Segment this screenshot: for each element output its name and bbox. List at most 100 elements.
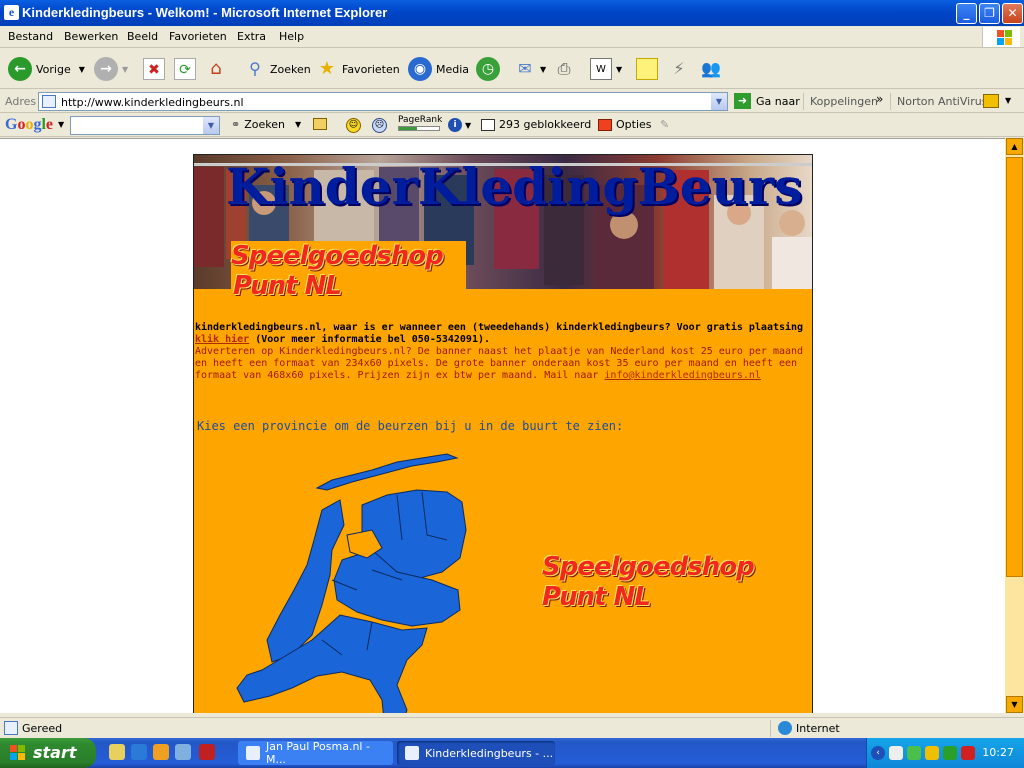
tray-camera-icon[interactable] <box>889 746 903 760</box>
home-button[interactable]: ⌂ <box>205 55 231 83</box>
highlighter-button[interactable]: ✎ <box>660 118 669 131</box>
site-title: KinderKledingBeurs <box>226 157 803 216</box>
close-button[interactable]: ✕ <box>1002 3 1023 24</box>
chevron-down-icon[interactable]: ▼ <box>203 117 219 134</box>
email-link[interactable]: info@kinderkledingbeurs.nl <box>604 370 761 381</box>
stop-button[interactable]: ✖ <box>143 55 169 83</box>
binoculars-icon: ⚭ <box>231 118 241 131</box>
address-label: Adres <box>5 95 37 108</box>
page-info-button[interactable]: i ▼ <box>448 118 471 132</box>
task-janpaulposma[interactable]: Jan Paul Posma.nl - M... <box>238 740 393 766</box>
system-tray: ‹ 10:27 <box>866 738 1024 768</box>
back-button[interactable]: ← Vorige ▼ <box>8 55 85 83</box>
history-button[interactable]: ◷ <box>476 55 504 83</box>
ie-task-icon <box>246 746 260 760</box>
media-icon: ◉ <box>408 57 432 81</box>
go-arrow-icon: ➜ <box>734 93 751 109</box>
map-province-south[interactable] <box>236 614 428 713</box>
menu-extra[interactable]: Extra <box>237 30 266 43</box>
browser-viewport[interactable]: KinderKledingBeurs Speelgoedshop Punt NL… <box>0 138 1005 713</box>
options-button[interactable]: Opties <box>598 118 652 131</box>
page-status-icon <box>4 721 18 735</box>
clock[interactable]: 10:27 <box>982 746 1014 759</box>
address-url[interactable]: http://www.kinderkledingbeurs.nl <box>61 96 244 109</box>
go-button[interactable]: ➜ Ga naar <box>734 93 800 109</box>
window-titlebar[interactable]: e Kinderkledingbeurs - Welkom! - Microso… <box>0 0 1024 26</box>
popup-blocker-button[interactable]: 293 geblokkeerd <box>481 118 591 131</box>
scroll-up-button[interactable]: ▲ <box>1006 138 1023 155</box>
intro-phone-text: (Voor meer informatie bel 050-5342091). <box>255 334 491 345</box>
quicklaunch-desktop-icon[interactable] <box>109 744 125 760</box>
google-search-button[interactable]: ⚭ Zoeken ▼ <box>231 118 301 131</box>
menu-favorieten[interactable]: Favorieten <box>169 30 227 43</box>
start-button[interactable]: start <box>0 738 96 768</box>
edit-icon: W <box>590 58 612 80</box>
norton-label[interactable]: Norton AntiVirus <box>897 95 987 108</box>
stop-icon: ✖ <box>143 58 165 80</box>
chevron-down-icon[interactable]: ▼ <box>295 120 301 129</box>
favorites-button[interactable]: ★ Favorieten <box>316 55 400 83</box>
options-label: Opties <box>616 118 652 131</box>
refresh-button[interactable]: ⟳ <box>174 55 200 83</box>
menu-beeld[interactable]: Beeld <box>127 30 158 43</box>
menu-help[interactable]: Help <box>279 30 304 43</box>
intro-text: kinderkledingbeurs.nl, waar is er wannee… <box>195 322 811 382</box>
chevron-down-icon[interactable]: ▼ <box>122 65 128 74</box>
chevron-down-icon[interactable]: ▼ <box>58 120 64 129</box>
print-button[interactable]: ⎙ <box>553 55 579 83</box>
edit-button[interactable]: W ▼ <box>590 55 622 83</box>
menu-bar: Bestand Bewerken Beeld Favorieten Extra … <box>0 26 1024 48</box>
scroll-down-button[interactable]: ▼ <box>1006 696 1023 713</box>
mail-button[interactable]: ✉ ▼ <box>514 55 546 83</box>
vote-happy-button[interactable]: ☺ <box>346 118 361 133</box>
quicklaunch-ie-icon[interactable] <box>131 744 147 760</box>
minimize-button[interactable]: _ <box>956 3 977 24</box>
status-text: Gereed <box>22 722 63 735</box>
menu-bestand[interactable]: Bestand <box>8 30 53 43</box>
vote-sad-button[interactable]: ☹ <box>372 118 387 133</box>
discuss-button[interactable] <box>636 55 662 83</box>
menu-bewerken[interactable]: Bewerken <box>64 30 118 43</box>
speelgoedshop-banner[interactable]: Speelgoedshop Punt NL <box>231 241 466 319</box>
chevron-down-icon[interactable]: ▼ <box>540 65 546 74</box>
pagerank-meter[interactable]: PageRank <box>398 115 442 131</box>
scroll-thumb[interactable] <box>1006 157 1023 577</box>
media-button[interactable]: ◉ Media <box>408 55 469 83</box>
quicklaunch-explorer-icon[interactable] <box>175 744 191 760</box>
tray-excel-icon[interactable] <box>943 746 957 760</box>
chevron-down-icon[interactable]: ▼ <box>711 93 727 110</box>
address-input[interactable]: http://www.kinderkledingbeurs.nl ▼ <box>38 92 728 111</box>
links-label[interactable]: Koppelingen <box>810 95 878 108</box>
chevron-down-icon[interactable]: ▼ <box>465 121 471 130</box>
chevron-down-icon[interactable]: ▼ <box>616 65 622 74</box>
quicklaunch-app-icon[interactable] <box>199 744 215 760</box>
norton-icon[interactable] <box>983 94 999 108</box>
tray-network-icon[interactable] <box>907 746 921 760</box>
google-site-button[interactable] <box>313 118 327 130</box>
research-button[interactable]: ⚡ <box>668 55 694 83</box>
tray-ati-icon[interactable] <box>961 746 975 760</box>
vertical-scrollbar[interactable]: ▲ ▼ <box>1005 138 1024 713</box>
info-icon: i <box>448 118 462 132</box>
google-logo[interactable]: Google <box>5 116 53 134</box>
pagerank-fill <box>399 127 417 130</box>
people-icon: 👥 <box>701 59 721 78</box>
google-search-input[interactable]: ▼ <box>70 116 220 135</box>
messenger-button[interactable]: 👥 <box>700 55 726 83</box>
maximize-button[interactable]: ❐ <box>979 3 1000 24</box>
tray-norton-icon[interactable] <box>925 746 939 760</box>
note-icon <box>636 58 658 80</box>
chevron-down-icon[interactable]: ▼ <box>1005 96 1011 105</box>
netherlands-map[interactable] <box>222 440 472 713</box>
chevron-left-icon[interactable]: ‹ <box>871 746 885 760</box>
klik-hier-link[interactable]: klik hier <box>195 334 249 345</box>
forward-button[interactable]: → ▼ <box>94 55 128 83</box>
search-button[interactable]: ⚲ Zoeken <box>244 55 311 83</box>
quicklaunch-media-icon[interactable] <box>153 744 169 760</box>
speelgoedshop-ad-banner[interactable]: Speelgoedshop Punt NL <box>542 552 755 612</box>
chevron-right-icon[interactable]: » <box>876 92 883 106</box>
task-kinderkledingbeurs[interactable]: Kinderkledingbeurs - ... <box>397 741 555 765</box>
chevron-down-icon[interactable]: ▼ <box>79 65 85 74</box>
map-province-wadden[interactable] <box>315 453 459 491</box>
star-icon: ★ <box>318 58 336 79</box>
